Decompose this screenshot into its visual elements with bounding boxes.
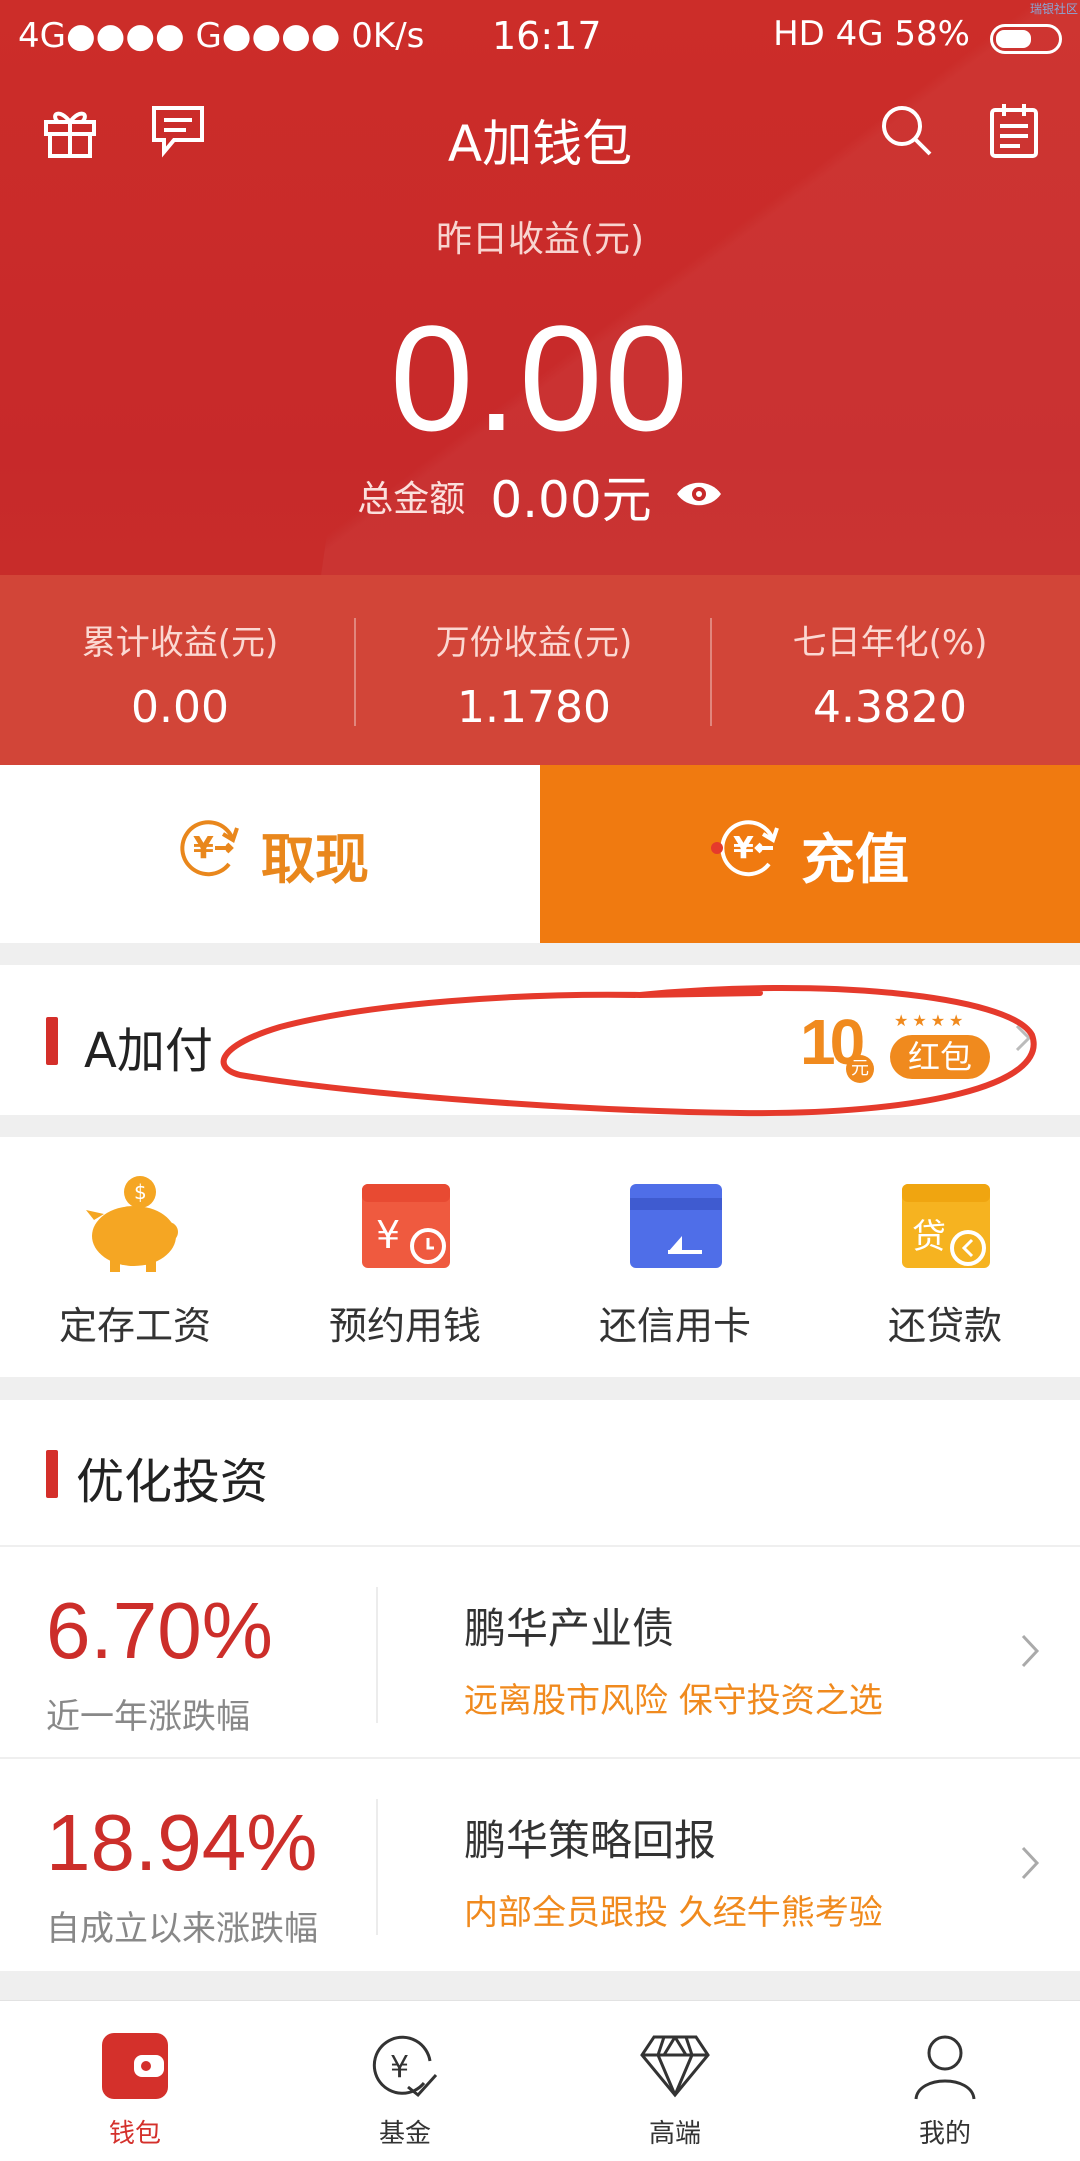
service-label: 还信用卡	[598, 1304, 751, 1348]
fund-return: 6.70%	[46, 1586, 273, 1675]
chevron-right-icon	[1020, 1845, 1040, 1885]
fund-desc: 远离股市风险 保守投资之选	[464, 1681, 883, 1721]
invest-header: 优化投资	[0, 1400, 1080, 1545]
nav-fund[interactable]: ¥ 基金	[270, 2001, 540, 2161]
recharge-label: 充值	[801, 827, 909, 891]
fund-return: 18.94%	[46, 1798, 318, 1887]
stat-per-10k[interactable]: 万份收益(元) 1.1780	[354, 615, 714, 733]
diamond-icon	[640, 2033, 710, 2103]
stat-value: 0.00	[131, 682, 229, 733]
action-bar: ¥ 取现 ¥ 充值	[0, 765, 1080, 943]
chevron-right-icon	[1020, 1633, 1040, 1673]
total-amount-label: 总金额	[357, 479, 466, 520]
stat-cumulative[interactable]: 累计收益(元) 0.00	[0, 615, 360, 733]
network-status: 4G●●●● G●●●● 0K/s	[18, 16, 425, 56]
bottom-nav: 钱包 ¥ 基金 高端 我的	[0, 2000, 1080, 2161]
stat-label: 累计收益(元)	[81, 623, 279, 663]
nav-label: 钱包	[108, 2119, 161, 2149]
divider	[376, 1799, 378, 1935]
fund-name: 鹏华策略回报	[464, 1816, 717, 1865]
svg-text:¥: ¥	[733, 831, 754, 866]
yesterday-earnings-label: 昨日收益(元)	[435, 219, 645, 260]
svg-text:¥: ¥	[193, 831, 214, 866]
search-icon[interactable]	[876, 100, 946, 170]
stat-7day-annual[interactable]: 七日年化(%) 4.3820	[710, 615, 1070, 733]
stat-label: 七日年化(%)	[792, 623, 988, 663]
recharge-icon: ¥	[711, 810, 801, 899]
nav-premium[interactable]: 高端	[540, 2001, 810, 2161]
service-label: 预约用钱	[328, 1304, 481, 1348]
fund-icon: ¥	[370, 2031, 440, 2105]
recharge-button[interactable]: ¥ 充值	[540, 765, 1080, 943]
fund-row-1[interactable]: 6.70% 近一年涨跌幅 鹏华产业债 远离股市风险 保守投资之选	[0, 1547, 1080, 1757]
stat-label: 万份收益(元)	[435, 623, 633, 663]
svg-text:¥: ¥	[376, 1213, 400, 1257]
user-icon	[910, 2031, 980, 2105]
nav-wallet[interactable]: 钱包	[0, 2001, 270, 2161]
section-marker	[46, 1450, 58, 1498]
piggy-bank-icon: $	[80, 1170, 190, 1284]
withdraw-label: 取现	[261, 827, 369, 891]
eye-icon[interactable]	[675, 479, 723, 513]
fund-return-label: 自成立以来涨跌幅	[46, 1909, 318, 1949]
apay-title: A加付	[84, 1023, 213, 1079]
battery-icon	[990, 24, 1062, 54]
bill-icon[interactable]	[984, 100, 1054, 170]
section-marker	[46, 1017, 58, 1065]
annotation-ellipse	[220, 985, 1037, 1117]
loan-icon: 贷	[898, 1178, 994, 1278]
credit-card-icon	[628, 1178, 724, 1278]
service-label: 定存工资	[58, 1304, 211, 1348]
fund-desc: 内部全员跟投 久经牛熊考验	[464, 1893, 883, 1933]
withdraw-icon: ¥	[171, 810, 261, 899]
divider	[376, 1587, 378, 1723]
withdraw-button[interactable]: ¥ 取现	[0, 765, 540, 943]
stat-value: 4.3820	[813, 682, 967, 733]
corner-watermark: 瑞银社区	[1029, 2, 1078, 16]
invest-title: 优化投资	[76, 1454, 269, 1510]
service-label: 还贷款	[887, 1304, 1002, 1348]
svg-text:$: $	[134, 1180, 147, 1204]
stat-value: 1.1780	[457, 682, 611, 733]
nav-mine[interactable]: 我的	[810, 2001, 1080, 2161]
status-right: HD 4G 58%	[773, 14, 970, 54]
nav-label: 高端	[648, 2119, 701, 2149]
fund-row-2[interactable]: 18.94% 自成立以来涨跌幅 鹏华策略回报 内部全员跟投 久经牛熊考验	[0, 1759, 1080, 1971]
nav-label: 我的	[918, 2119, 971, 2149]
status-time: 16:17	[492, 14, 602, 58]
total-amount: 总金额 0.00元	[0, 460, 1080, 532]
total-amount-value: 0.00元	[490, 471, 652, 529]
status-bar: 4G●●●● G●●●● 0K/s 16:17 HD 4G 58% 瑞银社区	[0, 0, 1080, 72]
calendar-money-icon: ¥	[358, 1178, 454, 1278]
yesterday-earnings-value: 0.00	[390, 294, 690, 462]
fund-name: 鹏华产业债	[464, 1604, 675, 1653]
fund-return-label: 近一年涨跌幅	[46, 1697, 250, 1737]
wallet-icon	[100, 2031, 170, 2105]
svg-text:¥: ¥	[390, 2050, 409, 2085]
svg-text:贷: 贷	[912, 1217, 946, 1257]
nav-label: 基金	[378, 2119, 431, 2149]
